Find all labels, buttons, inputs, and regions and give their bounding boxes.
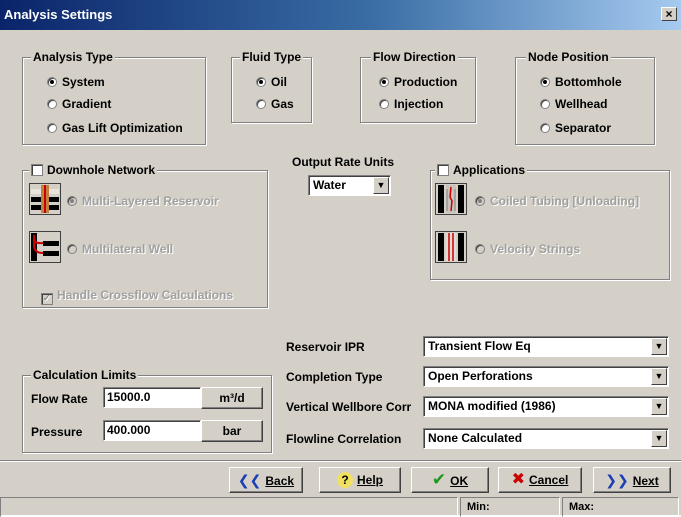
radio-coiled-tubing[interactable]: Coiled Tubing [Unloading] [475,193,639,209]
close-button[interactable]: × [661,7,677,21]
completion-type-label: Completion Type [286,370,383,384]
flow-direction-group: Flow Direction Production Injection [360,50,476,123]
radio-icon [256,77,266,87]
double-left-arrow-icon: ❮❮ [237,472,262,488]
radio-icon [540,77,550,87]
radio-icon [47,123,57,133]
next-button[interactable]: ❯❯ Next [593,467,671,493]
completion-type-select[interactable]: Open Perforations ▼ [423,366,669,387]
ok-button[interactable]: ✔ OK [411,467,489,493]
radio-bottomhole[interactable]: Bottomhole [540,74,622,90]
radio-wellhead[interactable]: Wellhead [540,96,607,112]
radio-icon [67,196,77,206]
radio-oil[interactable]: Oil [256,74,287,90]
node-position-group: Node Position Bottomhole Wellhead Separa… [515,50,655,145]
flow-rate-input[interactable]: 15000.0 [103,387,201,408]
flow-rate-label: Flow Rate [31,392,88,406]
chevron-down-icon[interactable]: ▼ [651,338,667,355]
radio-multi-layered-reservoir[interactable]: Multi-Layered Reservoir [67,193,219,209]
handle-crossflow-checkbox[interactable]: ✓ Handle Crossflow Calculations [41,287,233,305]
reservoir-ipr-select[interactable]: Transient Flow Eq ▼ [423,336,669,357]
radio-system[interactable]: System [47,74,105,90]
radio-multilateral-well[interactable]: Multilateral Well [67,241,173,257]
output-rate-units-label: Output Rate Units [292,155,394,169]
analysis-type-title: Analysis Type [31,50,115,64]
vertical-wellbore-select[interactable]: MONA modified (1986) ▼ [423,396,669,417]
radio-icon [475,196,485,206]
chevron-down-icon[interactable]: ▼ [651,368,667,385]
cancel-button[interactable]: ✖ Cancel [498,467,582,493]
multi-layered-reservoir-icon [29,183,61,215]
analysis-settings-dialog: Analysis Settings × Analysis Type System… [0,0,681,517]
calculation-limits-group: Calculation Limits Flow Rate 15000.0 m³/… [22,368,272,453]
radio-icon [379,77,389,87]
fluid-type-group: Fluid Type Oil Gas [231,50,312,123]
radio-icon [47,77,57,87]
status-min: Min: [460,497,560,517]
chevron-down-icon[interactable]: ▼ [651,430,667,447]
analysis-type-group: Analysis Type System Gradient Gas Lift O… [22,50,206,145]
radio-gradient[interactable]: Gradient [47,96,111,112]
output-rate-units-select[interactable]: Water ▼ [308,175,391,196]
fluid-type-title: Fluid Type [240,50,304,64]
radio-icon [47,99,57,109]
chevron-down-icon[interactable]: ▼ [373,177,389,194]
status-panel-left [0,497,458,517]
radio-icon [379,99,389,109]
radio-velocity-strings[interactable]: Velocity Strings [475,241,580,257]
checkmark-icon: ✓ [41,293,53,305]
back-button[interactable]: ❮❮ Back [229,467,303,493]
multilateral-well-icon [29,231,61,263]
checkbox-icon [31,164,43,176]
double-right-arrow-icon: ❯❯ [605,472,629,488]
radio-gas-lift-optimization[interactable]: Gas Lift Optimization [47,120,183,136]
help-button[interactable]: ? Help [319,467,401,493]
radio-icon [475,244,485,254]
chevron-down-icon[interactable]: ▼ [651,398,667,415]
checkmark-icon: ✔ [431,470,447,489]
status-max: Max: [562,497,679,517]
button-row-separator [0,460,681,462]
node-position-title: Node Position [526,50,611,64]
checkbox-icon [437,164,449,176]
radio-separator[interactable]: Separator [540,120,611,136]
radio-gas[interactable]: Gas [256,96,294,112]
radio-icon [540,99,550,109]
applications-group: Applications Coiled Tubing [Unloading] V… [430,163,670,280]
radio-icon [67,244,77,254]
window-title: Analysis Settings [4,7,113,22]
applications-checkbox[interactable]: Applications [435,163,528,177]
velocity-strings-icon [435,231,467,263]
calculation-limits-title: Calculation Limits [31,368,139,382]
radio-icon [540,123,550,133]
pressure-label: Pressure [31,425,83,439]
x-mark-icon: ✖ [511,471,526,488]
question-icon: ? [336,472,353,488]
radio-production[interactable]: Production [379,74,457,90]
pressure-unit-button[interactable]: bar [201,420,263,442]
downhole-network-group: Downhole Network Multi-Layered Reservoir… [22,163,268,308]
pressure-input[interactable]: 400.000 [103,420,201,441]
coiled-tubing-icon [435,183,467,215]
flowline-correlation-label: Flowline Correlation [286,432,402,446]
radio-icon [256,99,266,109]
flowline-correlation-select[interactable]: None Calculated ▼ [423,428,669,449]
vertical-wellbore-label: Vertical Wellbore Corr [286,400,412,414]
reservoir-ipr-label: Reservoir IPR [286,340,365,354]
downhole-network-checkbox[interactable]: Downhole Network [29,163,158,177]
flow-direction-title: Flow Direction [371,50,458,64]
radio-injection[interactable]: Injection [379,96,443,112]
flow-rate-unit-button[interactable]: m³/d [201,387,263,409]
title-bar: Analysis Settings × [0,0,681,30]
